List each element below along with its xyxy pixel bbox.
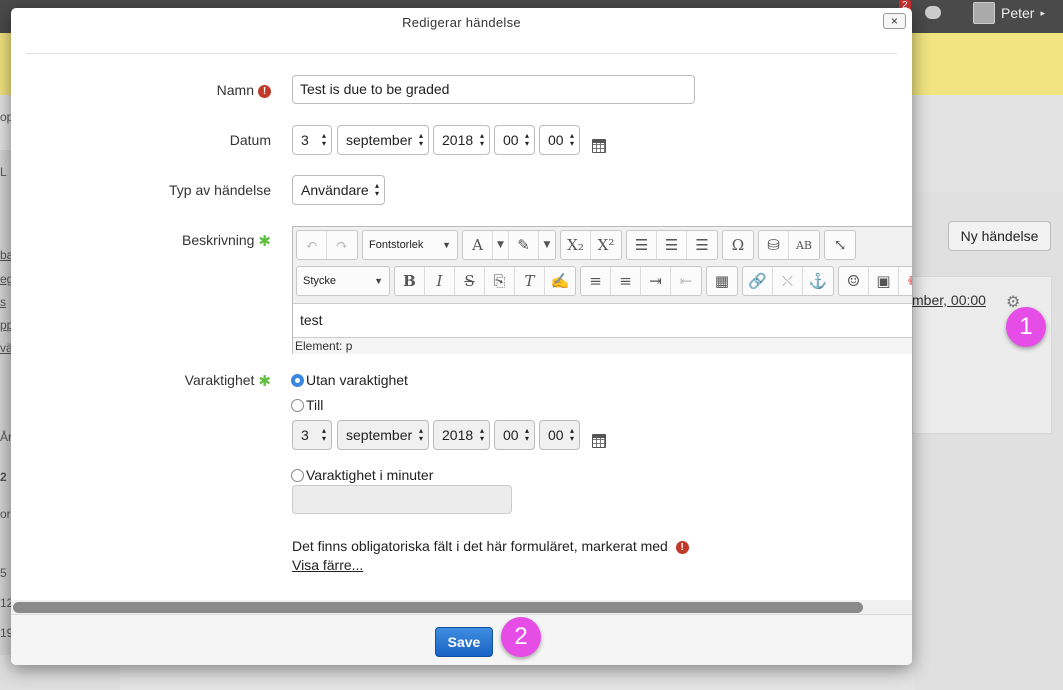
name-label: Namn [216, 82, 254, 98]
chevron-right-icon: ▸ [1040, 7, 1045, 18]
event-type-select[interactable]: Användare [292, 175, 385, 205]
duration-label-row: Varaktighet ✱ [21, 372, 271, 390]
duration-label: Varaktighet [184, 372, 255, 388]
left-fragment[interactable]: s [0, 295, 6, 309]
help-star-icon: ✱ [258, 233, 271, 250]
until-hour-select[interactable]: 00 [494, 420, 535, 450]
emoticon-icon[interactable]: ☺ [839, 267, 869, 295]
date-year-select[interactable]: 2018 [433, 125, 490, 155]
save-button[interactable]: Save [435, 627, 493, 657]
align-left-icon[interactable]: ☰ [627, 231, 657, 259]
replace-icon[interactable]: AB [789, 231, 819, 259]
date-month-select[interactable]: september [337, 125, 429, 155]
date-label: Datum [229, 132, 271, 148]
rich-text-editor: ↶ ↷ Fontstorlek ▼ A ▼ ✎ ▼ X₂ X² ☰ ☰ ☰ Ω … [292, 226, 912, 354]
until-minute-select[interactable]: 00 [539, 420, 580, 450]
align-center-icon[interactable]: ☰ [657, 231, 687, 259]
editor-toolbar-row-1: ↶ ↷ Fontstorlek ▼ A ▼ ✎ ▼ X₂ X² ☰ ☰ ☰ Ω … [296, 230, 856, 260]
radio-empty-icon [291, 398, 304, 412]
indent-icon[interactable]: ⇥ [641, 267, 671, 295]
bold-icon[interactable]: B [395, 267, 425, 295]
edit-event-dialog: Redigerar händelse × Namn! Test is due t… [11, 8, 912, 665]
find-icon[interactable]: ⛁ [759, 231, 789, 259]
user-name: Peter [1001, 5, 1035, 21]
required-icon: ! [675, 540, 689, 554]
align-right-icon[interactable]: ☰ [687, 231, 717, 259]
required-fields-notice: Det finns obligatoriska fält i det här f… [292, 538, 689, 554]
media-icon[interactable]: ❁ [899, 267, 912, 295]
divider [26, 53, 897, 54]
left-fragment: 5 [0, 566, 7, 580]
radio-no-duration[interactable]: Utan varaktighet [291, 372, 408, 388]
until-month-select[interactable]: september [337, 420, 429, 450]
italic-icon[interactable]: I [425, 267, 455, 295]
fullscreen-icon[interactable]: ⤡ [825, 231, 855, 259]
paste-word-icon[interactable]: ⎘ [485, 267, 515, 295]
calendar-icon[interactable] [592, 139, 606, 153]
radio-selected-icon [291, 373, 304, 387]
link-icon[interactable]: 🔗 [743, 267, 773, 295]
font-size-dropdown[interactable]: Fontstorlek ▼ [363, 231, 457, 259]
text-color-chevron-down-icon[interactable]: ▼ [493, 231, 509, 259]
show-less-link[interactable]: Visa färre... [292, 557, 363, 573]
left-fragment: L [0, 165, 7, 179]
table-icon[interactable]: ▦ [707, 267, 737, 295]
date-hour-select[interactable]: 00 [494, 125, 535, 155]
redo-icon[interactable]: ↷ [327, 231, 357, 259]
superscript-icon[interactable]: X² [591, 231, 621, 259]
editor-toolbar-row-2: Stycke ▼ B I S ⎘ T ✍ ≡ ≡ ⇥ ⇤ ▦ 🔗 ⛌ ⚓ ☺ ▣ [296, 266, 912, 296]
radio-duration-minutes[interactable]: Varaktighet i minuter [291, 467, 433, 483]
left-fragment: 2 [0, 470, 7, 484]
cleanup-brush-icon[interactable]: ✍ [545, 267, 575, 295]
special-character-icon[interactable]: Ω [723, 231, 753, 259]
clear-formatting-icon[interactable]: T [515, 267, 545, 295]
until-year-select[interactable]: 2018 [433, 420, 490, 450]
name-label-row: Namn! [21, 82, 271, 98]
required-icon: ! [258, 84, 271, 98]
editor-content-area[interactable]: test [293, 303, 912, 337]
date-minute-select[interactable]: 00 [539, 125, 580, 155]
date-day-select[interactable]: 3 [292, 125, 332, 155]
image-icon[interactable]: ▣ [869, 267, 899, 295]
outdent-icon[interactable]: ⇤ [671, 267, 701, 295]
dialog-title: Redigerar händelse [402, 15, 521, 30]
background-color-chevron-down-icon[interactable]: ▼ [539, 231, 555, 259]
duration-minutes-input[interactable] [292, 485, 512, 514]
messages-icon[interactable] [925, 6, 941, 19]
bullet-list-icon[interactable]: ≡ [581, 267, 611, 295]
until-day-select[interactable]: 3 [292, 420, 332, 450]
name-input[interactable]: Test is due to be graded [292, 75, 695, 104]
numbered-list-icon[interactable]: ≡ [611, 267, 641, 295]
radio-until[interactable]: Till [291, 397, 323, 413]
help-star-icon: ✱ [258, 373, 271, 390]
dialog-header: Redigerar händelse × [11, 8, 912, 37]
left-fragment: or [0, 507, 11, 521]
calendar-icon[interactable] [592, 434, 606, 448]
scrollbar-thumb[interactable] [13, 602, 863, 613]
avatar [973, 2, 995, 24]
anchor-icon[interactable]: ⚓ [803, 267, 833, 295]
description-label: Beskrivning [182, 232, 255, 248]
paragraph-format-dropdown[interactable]: Stycke ▼ [297, 267, 389, 295]
events-panel [915, 192, 1063, 690]
horizontal-scrollbar[interactable] [11, 600, 912, 614]
radio-empty-icon [291, 468, 304, 482]
subscript-icon[interactable]: X₂ [561, 231, 591, 259]
event-date-link[interactable]: mber, 00:00 [912, 292, 986, 308]
step-1-badge: 1 [1006, 307, 1046, 347]
description-label-row: Beskrivning ✱ [21, 232, 271, 250]
new-event-button[interactable]: Ny händelse [948, 221, 1051, 251]
strikethrough-icon[interactable]: S [455, 267, 485, 295]
background-color-icon[interactable]: ✎ [509, 231, 539, 259]
close-button[interactable]: × [883, 13, 906, 29]
editor-status-path: Element: p [293, 337, 912, 354]
user-menu[interactable]: Peter ▸ [973, 2, 1045, 24]
type-label: Typ av händelse [169, 182, 271, 198]
text-color-icon[interactable]: A [463, 231, 493, 259]
undo-icon[interactable]: ↶ [297, 231, 327, 259]
dialog-footer: Save [11, 614, 912, 665]
unlink-icon[interactable]: ⛌ [773, 267, 803, 295]
step-2-badge: 2 [501, 617, 541, 657]
